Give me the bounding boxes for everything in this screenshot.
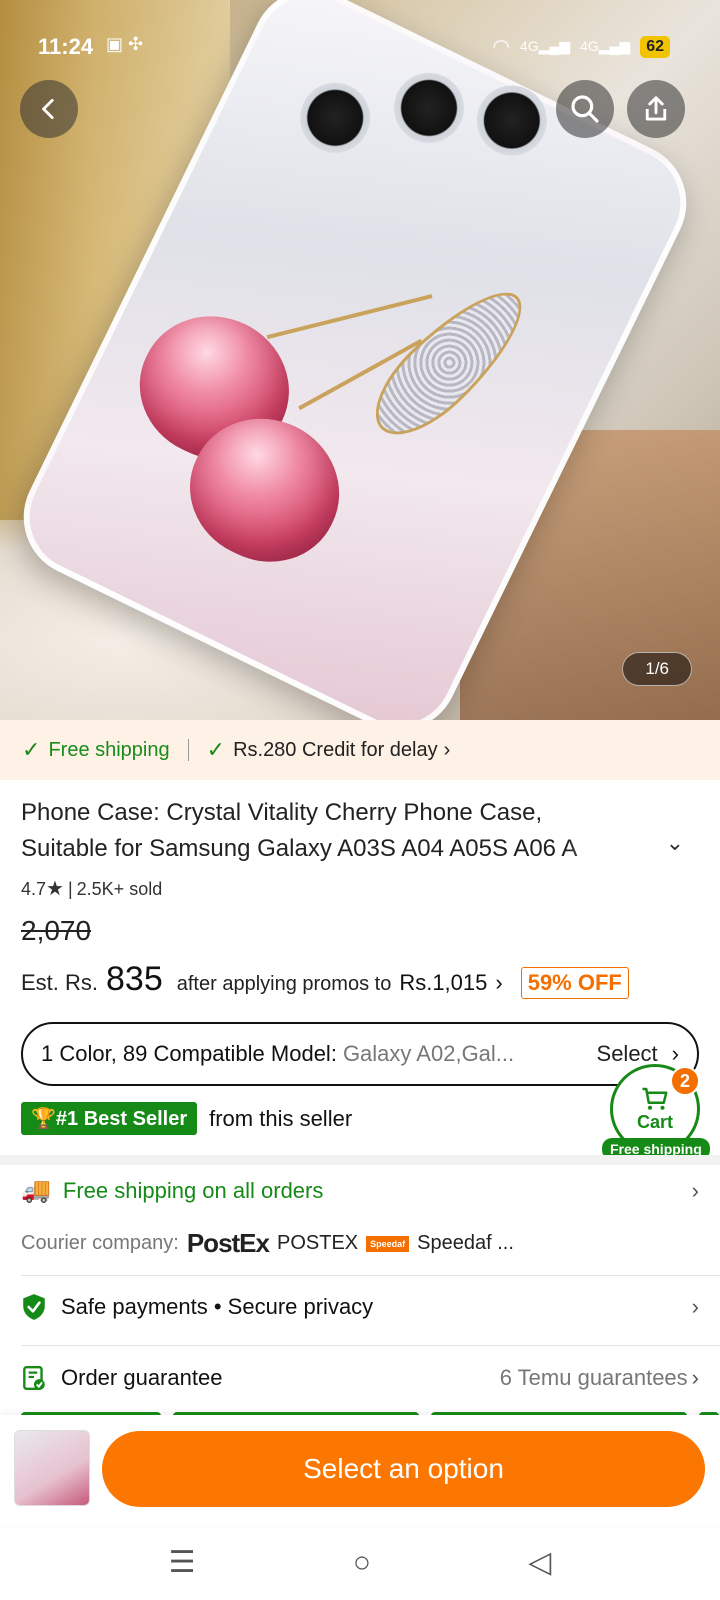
signal-icon-2: 4G▂▄▆ (580, 38, 631, 54)
bestseller-text: from this seller (209, 1105, 353, 1131)
bottom-action-bar: Select an option (0, 1415, 720, 1525)
order-guarantee-text: Order guarantee (61, 1365, 223, 1390)
chevron-right-icon: › (691, 1365, 699, 1390)
title-line: Phone Case: Crystal Vitality Cherry Phon… (21, 799, 543, 826)
estimated-price-row[interactable]: Est. Rs. 835 after applying promos to Rs… (21, 960, 629, 999)
variant-value: Galaxy A02,Gal... (342, 1041, 515, 1066)
wifi-icon: ◠ (492, 36, 510, 58)
search-icon (571, 95, 599, 123)
original-price: 2,070 (21, 915, 92, 946)
shield-icon (23, 1294, 45, 1320)
credit-delay-label: Rs.280 Credit for delay (233, 738, 438, 761)
safe-payments-row[interactable]: Safe payments • Secure privacy › (21, 1293, 699, 1321)
menu-icon[interactable]: ☰ (169, 1545, 196, 1580)
product-thumbnail[interactable] (14, 1430, 90, 1506)
order-guarantee-row[interactable]: Order guarantee 6 Temu guarantees › (21, 1364, 699, 1392)
sold-count: 2.5K+ sold (76, 879, 163, 899)
chevron-right-icon: › (443, 738, 451, 761)
divider (21, 1345, 720, 1346)
free-shipping-row[interactable]: 🚚 Free shipping on all orders › (21, 1176, 699, 1205)
cart-count-badge: 2 (670, 1066, 700, 1096)
divider (187, 739, 189, 761)
variant-selector[interactable]: 1 Color, 89 Compatible Model: Galaxy A02… (21, 1022, 699, 1086)
est-label: Est. Rs. (21, 970, 99, 995)
free-shipping-label: Free shipping (48, 738, 170, 761)
system-nav-bar: ☰ ○ ◁ (0, 1525, 720, 1600)
est-price: 835 (106, 960, 163, 998)
star-icon: ★ (46, 878, 64, 900)
status-time: 11:24 (38, 34, 94, 59)
speedaf-logo: Speedaf (366, 1235, 410, 1252)
chevron-right-icon: › (691, 1294, 699, 1319)
share-button[interactable] (627, 80, 685, 138)
courier-row: Courier company: PostEx POSTEX Speedaf S… (21, 1228, 514, 1259)
back-nav-icon[interactable]: ◁ (528, 1545, 551, 1580)
cart-label: Cart (636, 1111, 673, 1132)
title-line: Suitable for Samsung Galaxy A03S A04 A05… (21, 835, 578, 862)
free-shipping-title: Free shipping on all orders (62, 1177, 324, 1203)
select-option-button[interactable]: Select an option (102, 1431, 705, 1507)
cart-icon (642, 1087, 668, 1110)
order-guarantee-detail: 6 Temu guarantees (499, 1365, 688, 1390)
image-counter: 1/6 (622, 652, 692, 686)
battery-indicator: 62 (640, 35, 670, 58)
product-title[interactable]: Phone Case: Crystal Vitality Cherry Phon… (21, 795, 661, 867)
variant-select-label: Select (596, 1041, 658, 1066)
home-icon[interactable]: ○ (353, 1546, 371, 1580)
chevron-right-icon: › (691, 1177, 699, 1203)
safe-payments-text: Safe payments • Secure privacy (61, 1294, 374, 1319)
chevron-left-icon (42, 98, 54, 120)
chevron-right-icon: › (671, 1041, 679, 1066)
section-divider (0, 1155, 720, 1165)
truck-icon: 🚚 (21, 1177, 51, 1204)
trophy-icon: 🏆 (31, 1108, 56, 1130)
discount-badge: 59% OFF (520, 967, 629, 999)
expand-title-icon[interactable]: ⌄ (666, 830, 684, 856)
variant-label: 1 Color, 89 Compatible Model: (41, 1041, 337, 1066)
bestseller-row: 🏆#1 Best Seller from this seller (21, 1102, 352, 1135)
search-button[interactable] (556, 80, 614, 138)
rating-value: 4.7 (21, 879, 47, 899)
status-bar: 11:24 ▣ ✣ ◠ 4G▂▄▆ 4G▂▄▆ 62 (0, 0, 720, 90)
courier-label: Courier company: (21, 1232, 179, 1254)
check-icon: ✓ (22, 737, 41, 762)
rating-row[interactable]: 4.7★ | 2.5K+ sold (21, 876, 162, 901)
postex-logo: PostEx (186, 1228, 270, 1258)
guarantee-icon (23, 1366, 45, 1390)
back-button[interactable] (20, 80, 78, 138)
shipping-banner[interactable]: ✓ Free shipping ✓ Rs.280 Credit for dela… (0, 720, 720, 780)
notification-icons: ▣ ✣ (106, 34, 144, 54)
status-right: ◠ 4G▂▄▆ 4G▂▄▆ 62 (492, 34, 670, 59)
bestseller-badge: 🏆#1 Best Seller (21, 1102, 198, 1135)
share-icon (645, 96, 667, 121)
courier-name: POSTEX (277, 1232, 359, 1254)
promo-price: Rs.1,015 (399, 970, 488, 995)
check-icon: ✓ (206, 737, 226, 762)
promo-text: after applying promos to (176, 973, 392, 995)
cherry-stem (266, 294, 433, 340)
divider (21, 1275, 720, 1276)
signal-icon-1: 4G▂▄▆ (519, 38, 571, 54)
chevron-right-icon: › (495, 970, 503, 995)
courier-name: Speedaf ... (417, 1232, 514, 1254)
